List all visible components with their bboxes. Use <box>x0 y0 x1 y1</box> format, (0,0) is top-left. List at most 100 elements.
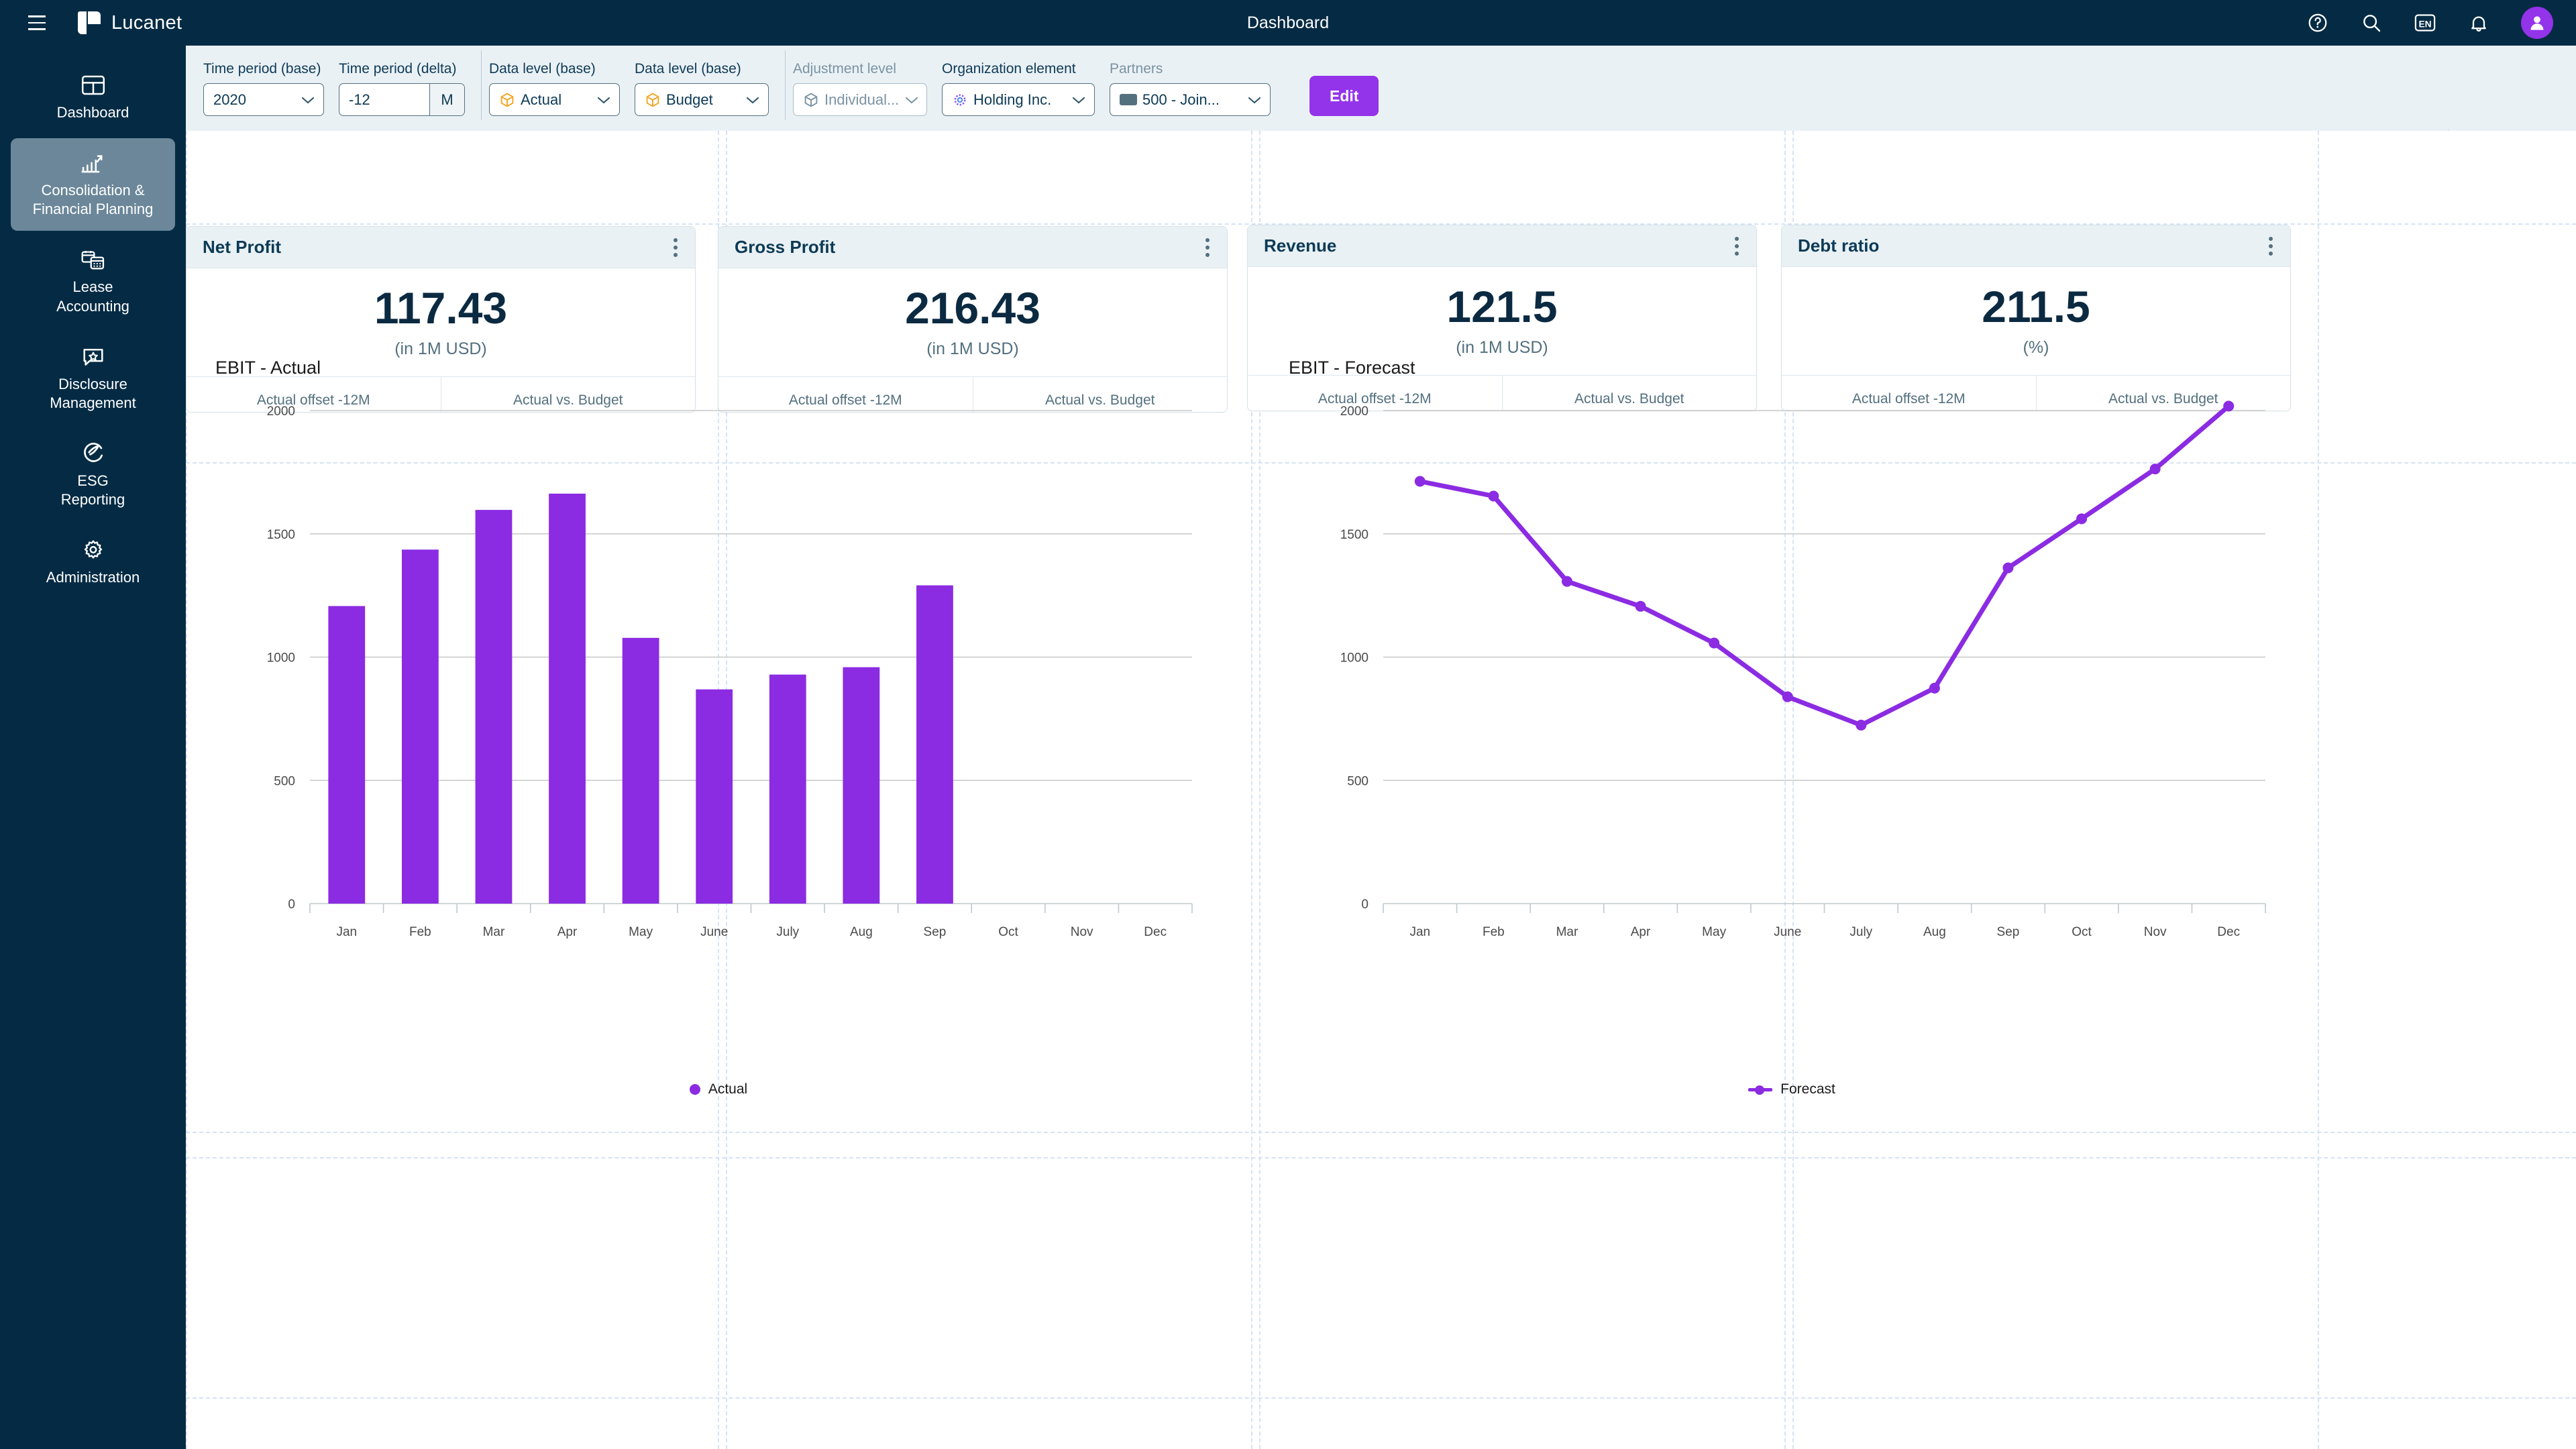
top-bar: Lucanet Dashboard EN <box>0 0 2576 46</box>
svg-text:0: 0 <box>288 898 295 912</box>
edit-button[interactable]: Edit <box>1309 76 1379 116</box>
point-Nov <box>2150 464 2161 474</box>
chart-legend: Forecast <box>1259 1081 2324 1097</box>
filter-organization-element: Organization element Holding Inc. <box>942 61 1095 116</box>
kpi-card-header: Gross Profit <box>718 227 1227 268</box>
chevron-down-icon <box>745 91 760 109</box>
org-ring-icon <box>952 92 968 108</box>
data-level-base-budget-select[interactable]: Budget <box>635 83 769 116</box>
point-Sep <box>2002 562 2013 573</box>
chart-panel-ebit-actual[interactable]: EBIT - Actual 0500100015002000JanFebMarA… <box>186 333 1251 1132</box>
kpi-card-title: Debt ratio <box>1798 235 1879 256</box>
lucanet-logo-icon <box>78 11 101 34</box>
chart-panel-ebit-forecast[interactable]: EBIT - Forecast 0500100015002000JanFebMa… <box>1259 333 2324 1132</box>
partners-select[interactable]: 500 - Join... <box>1110 83 1271 116</box>
kpi-card-menu-icon[interactable] <box>1201 234 1214 261</box>
partners-value: 500 - Join... <box>1142 91 1220 109</box>
sidebar-item-dashboard[interactable]: Dashboard <box>11 60 175 134</box>
point-July <box>1856 720 1866 731</box>
svg-text:Apr: Apr <box>1631 925 1651 939</box>
notifications-bell-icon[interactable] <box>2467 11 2490 34</box>
svg-text:July: July <box>1849 925 1872 939</box>
time-period-delta-unit[interactable]: M <box>429 84 464 115</box>
kpi-card-title: Revenue <box>1264 235 1336 256</box>
svg-text:Jan: Jan <box>1409 925 1430 939</box>
kpi-card-menu-icon[interactable] <box>2265 233 2277 260</box>
point-Feb <box>1488 491 1499 502</box>
svg-text:Aug: Aug <box>1923 925 1946 939</box>
bar-Sep <box>916 586 953 904</box>
organization-element-select[interactable]: Holding Inc. <box>942 83 1095 116</box>
sidebar-item-esg-reporting[interactable]: ESGReporting <box>11 429 175 521</box>
sidebar-item-lease-accounting[interactable]: LeaseAccounting <box>11 235 175 327</box>
svg-text:Sep: Sep <box>924 925 947 939</box>
filter-adjustment-level: Adjustment level Individual... <box>793 61 927 116</box>
time-period-delta-field[interactable]: -12 M <box>339 83 465 116</box>
bar-Mar <box>476 510 513 904</box>
brand-name: Lucanet <box>111 12 182 34</box>
lease-calculator-icon <box>17 246 168 274</box>
filter-label: Time period (delta) <box>339 61 465 77</box>
chart-legend: Actual <box>186 1081 1251 1097</box>
svg-text:Sep: Sep <box>1997 925 2020 939</box>
sidebar-item-disclosure-management[interactable]: DisclosureManagement <box>11 332 175 425</box>
bar-Feb <box>402 549 439 904</box>
svg-text:Feb: Feb <box>1483 925 1505 939</box>
cube-grey-icon <box>803 92 819 108</box>
svg-text:May: May <box>1702 925 1726 939</box>
bar-chart-svg: 0500100015002000JanFebMarAprMayJuneJulyA… <box>186 374 1251 1085</box>
search-icon[interactable] <box>2360 11 2383 34</box>
svg-text:0: 0 <box>1361 898 1368 912</box>
data-level-base-actual-select[interactable]: Actual <box>489 83 620 116</box>
time-period-base-select[interactable]: 2020 <box>203 83 324 116</box>
kpi-card-menu-icon[interactable] <box>1731 233 1743 260</box>
chevron-down-icon <box>904 91 919 109</box>
empty-widget-slot[interactable] <box>1259 1157 1784 1397</box>
chevron-down-icon <box>301 91 315 109</box>
line-chart-svg: 0500100015002000JanFebMarAprMayJuneJulyA… <box>1259 374 2324 1085</box>
empty-widget-slot[interactable] <box>186 1157 718 1397</box>
help-icon[interactable] <box>2306 11 2329 34</box>
svg-text:1000: 1000 <box>1340 651 1368 665</box>
organization-element-value: Holding Inc. <box>973 91 1051 109</box>
svg-text:Oct: Oct <box>998 925 1018 939</box>
point-June <box>1782 692 1793 702</box>
empty-widget-slot[interactable] <box>726 1157 1251 1397</box>
sidebar-item-administration[interactable]: Administration <box>11 525 175 599</box>
chevron-down-icon <box>1247 91 1262 109</box>
bar-Jan <box>328 606 365 904</box>
kpi-value: 121.5 <box>1248 284 1756 329</box>
svg-text:May: May <box>629 925 653 939</box>
user-avatar[interactable] <box>2521 7 2553 39</box>
kpi-card-menu-icon[interactable] <box>669 234 682 261</box>
svg-text:June: June <box>700 925 728 939</box>
empty-widget-slot[interactable] <box>1792 1157 2318 1397</box>
point-May <box>1709 638 1719 649</box>
svg-text:Feb: Feb <box>409 925 431 939</box>
brand-logo[interactable]: Lucanet <box>78 11 182 34</box>
time-period-delta-value: -12 <box>349 91 370 109</box>
sidebar-item-label: Consolidation &Financial Planning <box>17 181 168 219</box>
filter-label: Data level (base) <box>489 61 620 77</box>
legend-swatch-actual <box>690 1084 700 1095</box>
sidebar-item-label: DisclosureManagement <box>17 375 168 413</box>
hamburger-menu-icon[interactable] <box>21 7 52 38</box>
svg-text:Jan: Jan <box>336 925 357 939</box>
sidebar-item-label: Administration <box>17 568 168 587</box>
dashboard-canvas: Net Profit 117.43 (in 1M USD) Actual off… <box>186 131 2576 1449</box>
disclosure-star-icon <box>17 343 168 371</box>
svg-text:2000: 2000 <box>267 405 295 419</box>
cube-orange-icon <box>645 92 661 108</box>
kpi-value: 216.43 <box>718 286 1227 330</box>
svg-text:Dec: Dec <box>1144 925 1167 939</box>
filter-label: Partners <box>1110 61 1271 77</box>
dashboard-icon <box>17 71 168 99</box>
bar-July <box>769 675 806 904</box>
legend-swatch-forecast <box>1748 1088 1772 1091</box>
data-level-base-budget-value: Budget <box>666 91 713 109</box>
adjustment-level-select[interactable]: Individual... <box>793 83 927 116</box>
point-Oct <box>2076 513 2087 524</box>
sidebar-item-consolidation-financial-planning[interactable]: Consolidation &Financial Planning <box>11 138 175 231</box>
language-icon[interactable]: EN <box>2414 11 2436 34</box>
svg-text:EN: EN <box>2418 19 2431 30</box>
